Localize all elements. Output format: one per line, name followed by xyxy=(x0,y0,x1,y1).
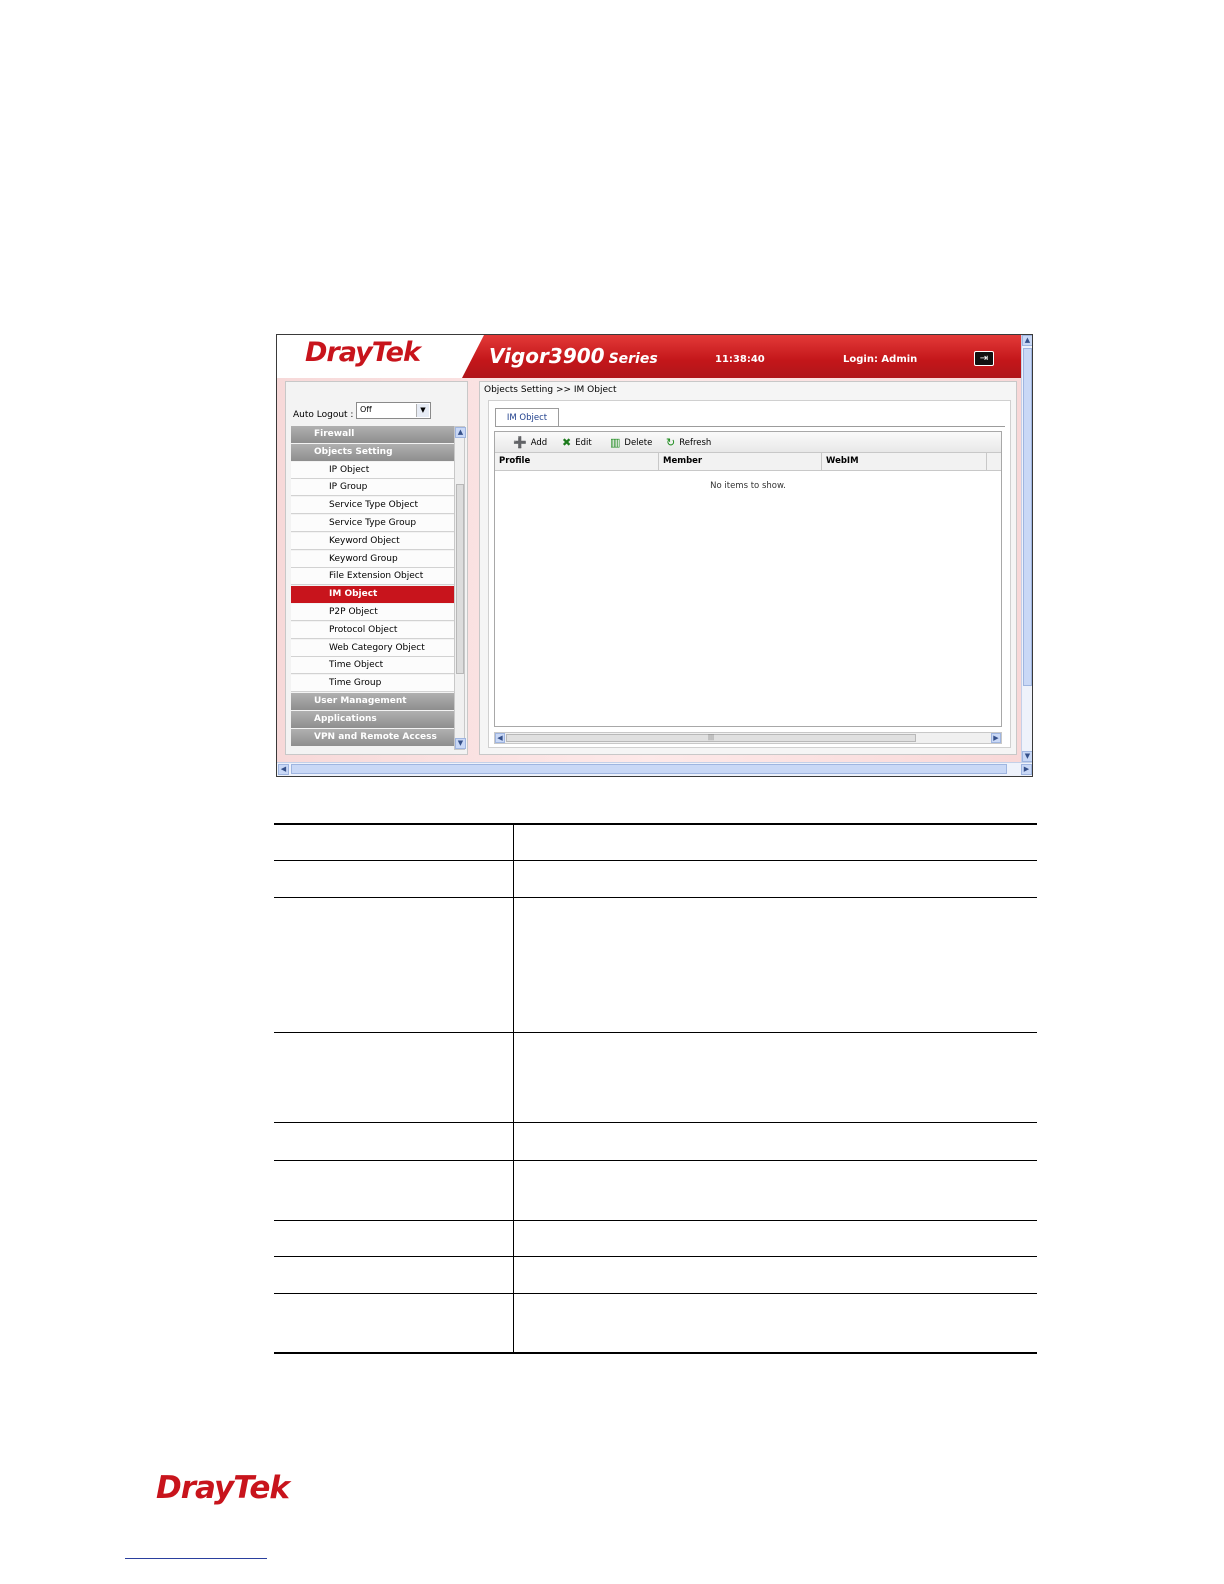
table-row xyxy=(274,1294,1037,1352)
tab-im-object[interactable]: IM Object xyxy=(495,408,559,427)
sidebar-scroll-thumb[interactable] xyxy=(456,484,464,674)
scroll-left-icon[interactable]: ◀ xyxy=(278,764,289,775)
content-frame: IM Object ➕ Add ✖ Edit ▥ Delete ↻ Refresh Pr… xyxy=(488,400,1011,748)
sidebar-item-firewall[interactable]: Firewall xyxy=(291,426,454,443)
sidebar-item-protocol-object[interactable]: Protocol Object xyxy=(291,621,454,639)
product-model: Vigor3900 xyxy=(489,344,605,368)
scroll-left-icon[interactable]: ◀ xyxy=(495,733,505,743)
add-button[interactable]: ➕ Add xyxy=(513,436,547,449)
parameter-table xyxy=(274,824,1037,1352)
sidebar-item-keyword-group[interactable]: Keyword Group xyxy=(291,550,454,568)
sidebar-scrollbar[interactable]: ▲ ▼ xyxy=(454,426,466,750)
refresh-button[interactable]: ↻ Refresh xyxy=(666,436,711,449)
browser-vertical-scrollbar[interactable]: ▲ ▼ xyxy=(1021,335,1032,762)
table-row xyxy=(274,1221,1037,1257)
delete-label: Delete xyxy=(624,438,653,448)
sidebar-item-user-management[interactable]: User Management xyxy=(291,692,454,710)
sidebar-item-p2p-object[interactable]: P2P Object xyxy=(291,603,454,621)
table-bottom-rule xyxy=(274,1352,1037,1354)
logo-slant xyxy=(462,335,484,378)
grid-horizontal-scrollbar[interactable]: ◀ ||| ▶ xyxy=(494,732,1002,744)
browser-horizontal-scrollbar[interactable]: ◀ ▶ xyxy=(277,762,1032,776)
table-row xyxy=(274,898,1037,1033)
scroll-down-icon[interactable]: ▼ xyxy=(1022,751,1032,762)
login-status: Login: Admin xyxy=(843,354,918,365)
browser-horizontal-thumb[interactable] xyxy=(291,764,1007,774)
refresh-icon: ↻ xyxy=(666,436,676,449)
sidebar-item-file-extension-object[interactable]: File Extension Object xyxy=(291,568,454,586)
scroll-right-icon[interactable]: ▶ xyxy=(1021,764,1032,775)
scroll-right-icon[interactable]: ▶ xyxy=(991,733,1001,743)
sidebar-item-im-object[interactable]: IM Object xyxy=(291,586,454,604)
auto-logout-value: Off xyxy=(360,405,372,414)
column-header-member[interactable]: Member xyxy=(659,453,822,470)
scroll-up-icon[interactable]: ▲ xyxy=(455,427,466,438)
column-header-webim[interactable]: WebIM xyxy=(822,453,987,470)
edit-label: Edit xyxy=(575,438,592,448)
table-row xyxy=(274,861,1037,898)
sidebar-item-ip-object[interactable]: IP Object xyxy=(291,461,454,479)
sidebar-item-time-object[interactable]: Time Object xyxy=(291,657,454,675)
product-series: Series xyxy=(608,351,658,367)
table-row xyxy=(274,1161,1037,1221)
footer-logo-text: DrayTek xyxy=(156,1470,290,1506)
table-row xyxy=(274,1033,1037,1123)
sidebar-item-objects-setting[interactable]: Objects Setting xyxy=(291,443,454,461)
browser-vertical-thumb[interactable] xyxy=(1023,348,1032,686)
empty-grid-message: No items to show. xyxy=(710,481,786,491)
sidebar-item-service-type-group[interactable]: Service Type Group xyxy=(291,514,454,532)
table-row xyxy=(274,1257,1037,1294)
clock: 11:38:40 xyxy=(715,354,765,365)
scroll-down-icon[interactable]: ▼ xyxy=(455,738,466,749)
add-label: Add xyxy=(530,438,548,448)
main-panel: Objects Setting >> IM Object IM Object ➕… xyxy=(479,381,1017,755)
edit-icon: ✖ xyxy=(562,436,572,449)
grid-toolbar: ➕ Add ✖ Edit ▥ Delete ↻ Refresh xyxy=(495,432,1001,453)
sidebar-item-time-group[interactable]: Time Group xyxy=(291,675,454,693)
breadcrumb: Objects Setting >> IM Object xyxy=(484,385,617,395)
sidebar-item-applications[interactable]: Applications xyxy=(291,710,454,728)
sidebar-item-ip-group[interactable]: IP Group xyxy=(291,479,454,497)
scroll-up-icon[interactable]: ▲ xyxy=(1022,335,1032,346)
sidebar-item-vpn-and-remote-access[interactable]: VPN and Remote Access xyxy=(291,728,454,746)
delete-icon: ▥ xyxy=(610,436,621,449)
table-row xyxy=(274,1123,1037,1161)
tab-underline xyxy=(495,426,1005,427)
sidebar-item-keyword-object[interactable]: Keyword Object xyxy=(291,532,454,550)
delete-button[interactable]: ▥ Delete xyxy=(610,436,652,449)
footer-rule xyxy=(125,1558,267,1559)
refresh-label: Refresh xyxy=(679,438,712,448)
table-row xyxy=(274,824,1037,861)
edit-button[interactable]: ✖ Edit xyxy=(562,436,592,449)
sidebar-item-web-category-object[interactable]: Web Category Object xyxy=(291,639,454,657)
column-header-profile[interactable]: Profile xyxy=(495,453,659,470)
sidebar-item-service-type-object[interactable]: Service Type Object xyxy=(291,497,454,515)
draytek-logo: DrayTek xyxy=(305,337,421,368)
logout-icon[interactable]: ⇥ xyxy=(974,351,994,366)
profile-grid: ➕ Add ✖ Edit ▥ Delete ↻ Refresh Profile Memb… xyxy=(494,431,1002,727)
router-web-ui-screenshot: DrayTek Vigor3900 Series 11:38:40 Login: … xyxy=(276,334,1033,777)
draytek-logo-text: DrayTek xyxy=(305,337,421,368)
add-icon: ➕ xyxy=(513,436,527,449)
footer-draytek-logo: DrayTek xyxy=(156,1470,290,1506)
auto-logout-label: Auto Logout : xyxy=(293,410,354,420)
grid-scroll-thumb[interactable]: ||| xyxy=(506,734,916,742)
product-title: Vigor3900 Series xyxy=(489,344,658,368)
auto-logout-select[interactable]: Off ▼ xyxy=(356,402,431,419)
chevron-down-icon[interactable]: ▼ xyxy=(416,404,429,417)
sidebar: Auto Logout : Off ▼ Firewall Objects Sett… xyxy=(285,381,468,755)
grid-column-headers: Profile Member WebIM xyxy=(495,453,1001,471)
sidebar-menu: Firewall Objects Setting IP Object IP Group… xyxy=(291,426,454,746)
